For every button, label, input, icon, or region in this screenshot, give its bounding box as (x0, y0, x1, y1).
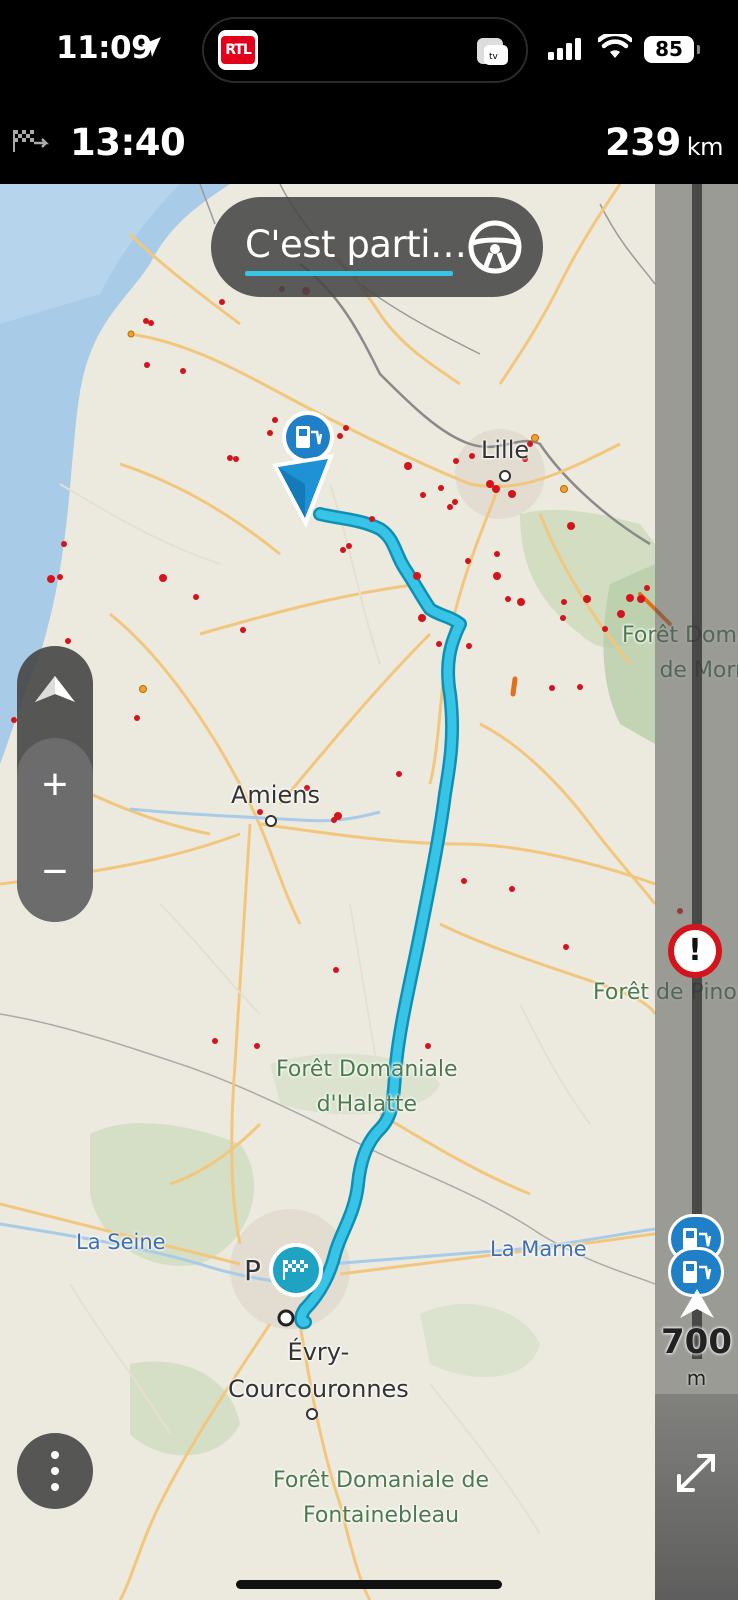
home-indicator[interactable] (236, 1580, 502, 1589)
location-arrow-icon (141, 37, 161, 57)
map-label-paris: P (244, 1254, 261, 1287)
status-bar: 11:09 RTL tv 85 (0, 0, 738, 105)
menu-dot-icon (51, 1451, 59, 1459)
battery-indicator: 85 (644, 36, 700, 63)
zoom-in-button[interactable]: + (17, 738, 93, 832)
map-zoom-control: + − (17, 646, 93, 922)
main-menu-button[interactable] (17, 1433, 93, 1509)
next-event-unit: m (686, 1366, 707, 1390)
map-label-foret-fontainebleau-line2: Fontainebleau (303, 1503, 460, 1528)
route-bar-track (692, 184, 702, 1359)
arrival-flag-icon (13, 130, 50, 152)
dynamic-island[interactable]: RTL tv (202, 17, 528, 83)
next-event-distance: 700 (661, 1322, 732, 1362)
map-label-la-marne: La Marne (490, 1237, 587, 1261)
zoom-out-button[interactable]: − (17, 832, 93, 922)
map-label-foret-halatte-line2: d'Halatte (316, 1092, 417, 1117)
map-label-foret-halatte: Forêt Domaniale d'Halatte (276, 1052, 458, 1122)
map-view[interactable]: Lille Amiens P Évry- Courcouronnes Forêt… (0, 184, 738, 1600)
menu-dot-icon (51, 1467, 59, 1475)
map-label-foret-fontainebleau: Forêt Domaniale de Fontainebleau (273, 1463, 489, 1533)
banner-progress-underline (245, 271, 453, 276)
remaining-distance-value: 239 (604, 121, 681, 164)
banner-text: C'est parti… (245, 223, 467, 266)
svg-text:tv: tv (489, 52, 499, 62)
status-time: 11:09 (56, 30, 153, 66)
map-label-amiens: Amiens (231, 781, 320, 809)
remaining-distance: 239 km (604, 121, 724, 164)
instruction-banner[interactable]: C'est parti… (211, 197, 543, 297)
north-up-button[interactable] (17, 646, 93, 738)
apple-tv-icon: tv (477, 38, 508, 65)
remaining-distance-unit: km (686, 133, 724, 161)
destination-flag-marker[interactable] (266, 1242, 326, 1330)
menu-dot-icon (51, 1483, 59, 1491)
rtl-app-icon[interactable]: RTL (218, 30, 258, 70)
map-label-foret-fontainebleau-line1: Forêt Domaniale de (273, 1468, 490, 1493)
wifi-icon (598, 34, 632, 58)
map-label-evry: Évry- Courcouronnes (228, 1334, 409, 1408)
map-label-evry-line1: Évry- (287, 1338, 350, 1366)
route-bar-footer (655, 1394, 738, 1600)
steering-wheel-icon[interactable] (467, 219, 523, 275)
arrival-time: 13:40 (70, 121, 186, 164)
current-position-arrow-icon (272, 454, 334, 528)
map-label-evry-line2: Courcouronnes (228, 1375, 409, 1403)
map-label-lille: Lille (481, 436, 530, 464)
vehicle-position-icon (680, 1289, 714, 1318)
warning-icon[interactable]: ! (668, 924, 722, 978)
collapse-view-icon[interactable] (675, 1452, 717, 1494)
map-label-foret-halatte-line1: Forêt Domaniale (276, 1057, 458, 1082)
compass-arrow-icon (35, 676, 75, 702)
cellular-signal-icon (548, 38, 581, 60)
map-label-la-seine: La Seine (76, 1230, 166, 1254)
route-summary-bar[interactable]: 13:40 239 km (0, 105, 738, 185)
